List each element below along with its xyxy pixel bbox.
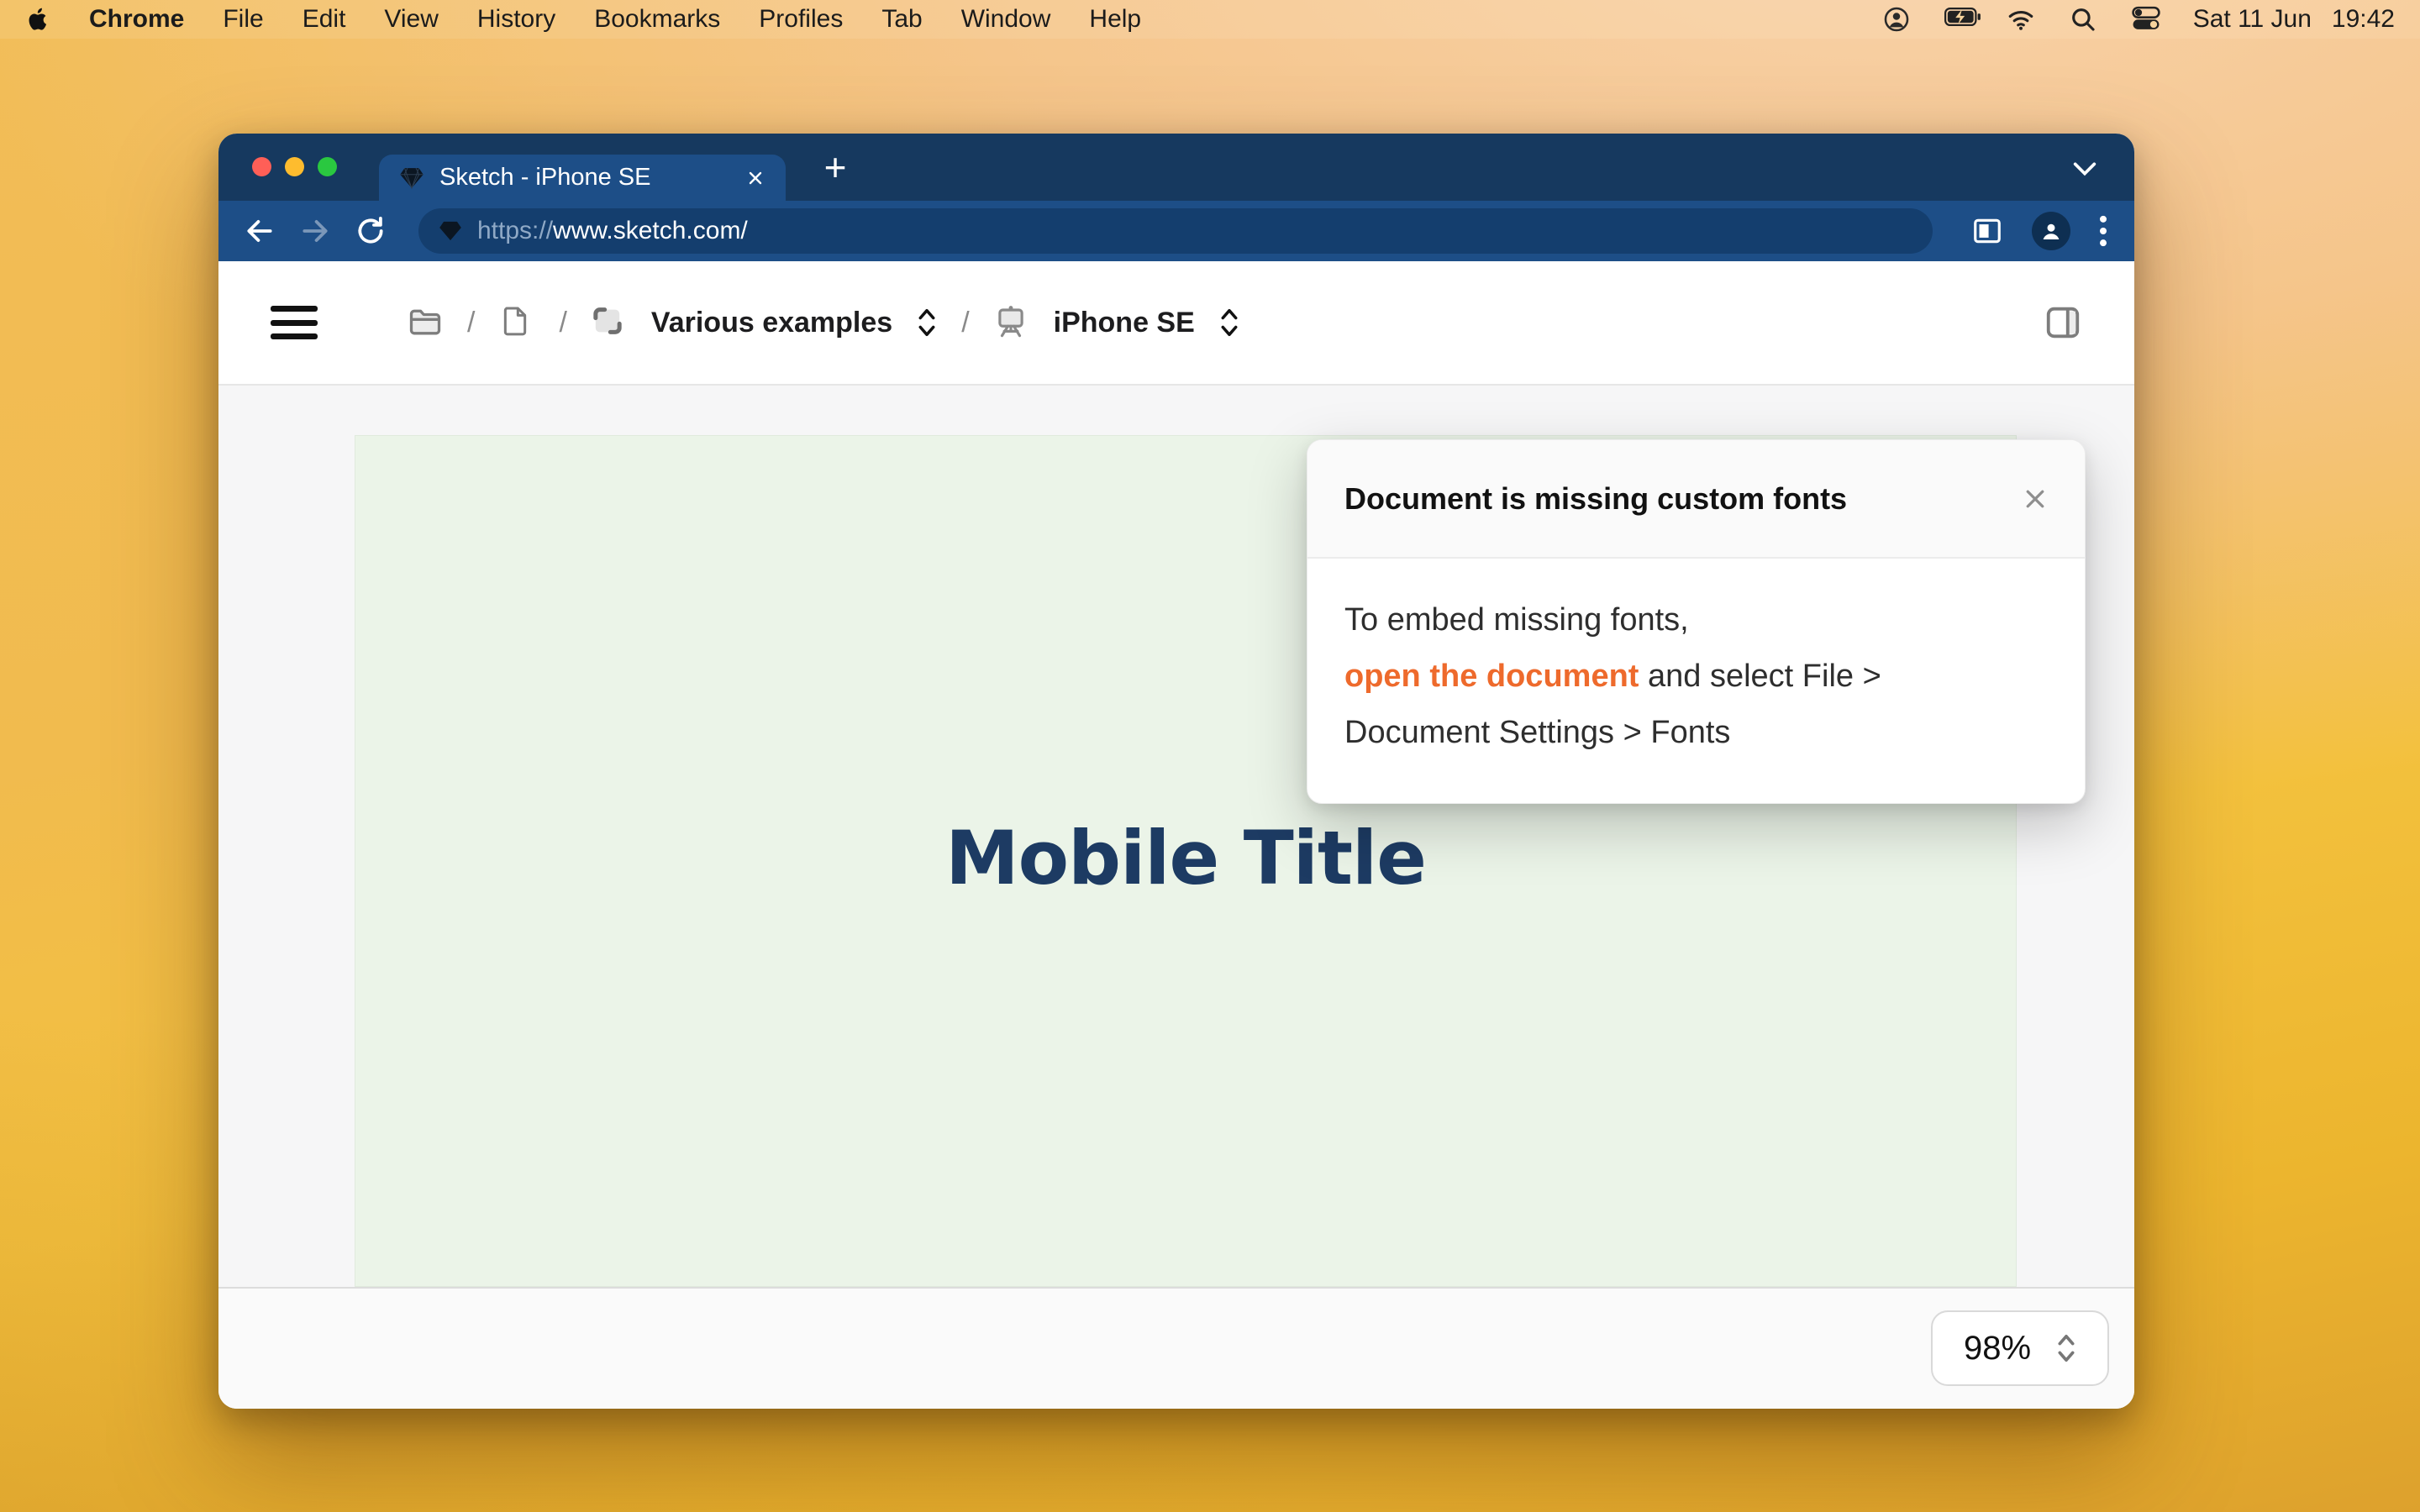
folder-icon[interactable] [407,304,444,341]
browser-toolbar: https://www.sketch.com/ [218,201,2134,261]
sketch-app: / / Vario [218,261,2134,1409]
menu-item-history[interactable]: History [477,5,555,34]
zoom-value: 98% [1964,1330,2031,1368]
missing-fonts-dialog: Document is missing custom fonts To embe… [1307,439,2086,804]
zoom-control[interactable]: 98% [1931,1310,2109,1386]
menu-bar-date: Sat 11 Jun [2193,5,2312,34]
artboard-icon [591,304,628,341]
zoom-window-button[interactable] [318,157,337,176]
browser-window: Sketch - iPhone SE + [218,134,2134,1409]
document-name[interactable]: Various examples [651,307,892,339]
app-footer: 98% [218,1287,2134,1409]
dialog-text-line2: open the document and select File > [1344,648,2048,705]
profile-avatar[interactable] [2032,212,2070,250]
zoom-stepper-icon[interactable] [2056,1330,2076,1367]
forward-button[interactable] [299,215,331,247]
menu-bar-left: Chrome File Edit View History Bookmarks … [25,5,1141,34]
menu-item-file[interactable]: File [223,5,263,34]
battery-charging-icon[interactable] [1944,5,1973,34]
tab-close-icon[interactable] [745,168,765,188]
new-tab-button[interactable]: + [817,150,854,187]
page-stepper-icon[interactable] [1218,304,1240,341]
dialog-title: Document is missing custom fonts [1344,481,2023,517]
side-panel-icon[interactable] [1971,215,2003,247]
menu-bar-time: 19:42 [2332,5,2395,34]
menu-item-profiles[interactable]: Profiles [759,5,843,34]
menu-item-window[interactable]: Window [961,5,1051,34]
breadcrumb-separator: / [961,307,969,339]
chevron-down-icon[interactable] [2070,159,2099,179]
tab-title: Sketch - iPhone SE [439,164,745,192]
tab-bar: Sketch - iPhone SE + [218,134,2134,201]
hamburger-menu-button[interactable] [271,306,318,339]
dialog-body: To embed missing fonts, open the documen… [1307,559,2085,803]
page-name[interactable]: iPhone SE [1054,307,1195,339]
url-text: https://www.sketch.com/ [477,217,748,245]
site-favicon-icon [439,219,462,243]
menu-item-chrome[interactable]: Chrome [89,5,184,34]
menu-bar-status: Sat 11 Jun 19:42 [1882,5,2395,34]
back-button[interactable] [244,215,276,247]
document-stepper-icon[interactable] [916,304,938,341]
menu-item-edit[interactable]: Edit [302,5,346,34]
desktop: Chrome File Edit View History Bookmarks … [0,0,2420,1512]
browser-menu-icon[interactable] [2099,214,2109,248]
url-bar[interactable]: https://www.sketch.com/ [418,208,1933,254]
easel-icon [993,304,1030,341]
close-icon[interactable] [2023,486,2048,512]
breadcrumb: / / Vario [407,304,1240,341]
url-scheme: https:// [477,217,553,244]
menu-item-help[interactable]: Help [1089,5,1141,34]
canvas-text-layer: Mobile Title [945,815,1426,1287]
toolbar-right [1971,212,2109,250]
dialog-header: Document is missing custom fonts [1307,440,2085,559]
open-document-link[interactable]: open the document [1344,659,1639,694]
dialog-text-line2-rest: and select File > [1639,659,1881,694]
app-header: / / Vario [218,261,2134,386]
macos-menu-bar: Chrome File Edit View History Bookmarks … [0,0,2420,39]
menu-item-tab[interactable]: Tab [881,5,922,34]
breadcrumb-separator: / [559,307,566,339]
close-window-button[interactable] [252,157,271,176]
menu-item-view[interactable]: View [384,5,438,34]
sketch-logo-icon [399,165,424,191]
dialog-text-line1: To embed missing fonts, [1344,592,2048,648]
search-icon[interactable] [2069,5,2097,34]
menu-bar-clock[interactable]: Sat 11 Jun 19:42 [2193,5,2395,34]
right-panel-toggle-icon[interactable] [2044,303,2082,342]
browser-tab-active[interactable]: Sketch - iPhone SE [379,155,786,201]
menu-item-bookmarks[interactable]: Bookmarks [594,5,720,34]
reload-button[interactable] [355,215,387,247]
minimize-window-button[interactable] [285,157,304,176]
user-account-icon[interactable] [1882,5,1911,34]
wifi-icon[interactable] [2007,5,2035,34]
window-controls [252,157,337,176]
control-center-icon[interactable] [2131,5,2160,34]
apple-icon[interactable] [25,5,50,34]
document-icon[interactable] [498,304,535,341]
url-host: www.sketch.com/ [553,217,748,244]
breadcrumb-separator: / [467,307,475,339]
dialog-text-line3: Document Settings > Fonts [1344,705,2048,761]
